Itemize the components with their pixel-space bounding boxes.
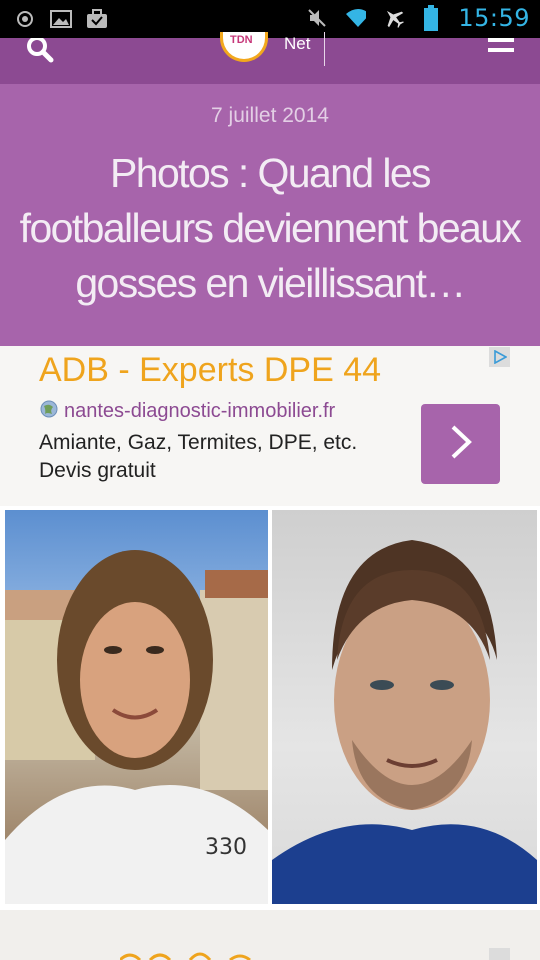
ad-url[interactable]: nantes-diagnostic-immobilier.fr [64, 400, 335, 423]
briefcase-icon [86, 8, 108, 30]
logo-net: Net [284, 34, 311, 53]
next-ad-preview [0, 910, 540, 960]
airplane-icon [382, 7, 405, 29]
wifi-icon [344, 7, 367, 29]
article-title: Photos : Quand les footballeurs devienne… [19, 150, 522, 306]
svg-text:330: 330 [205, 835, 247, 860]
status-bar-left [14, 8, 108, 30]
logo-separator [324, 32, 325, 66]
ad-open-button[interactable] [421, 404, 500, 484]
ad-choices-icon[interactable] [489, 347, 510, 367]
photo-before: 330 [5, 510, 268, 904]
next-ad-title-fragment [120, 946, 280, 960]
app-header: TDN Net [0, 32, 540, 86]
battery-icon [420, 5, 442, 31]
ad-url-row[interactable]: nantes-diagnostic-immobilier.fr [40, 400, 335, 423]
menu-icon[interactable] [488, 38, 514, 58]
image-icon [50, 8, 72, 30]
status-time: 15:59 [458, 4, 530, 32]
article-header: 7 juillet 2014 Photos : Quand les footba… [0, 84, 540, 346]
ad-description: Amiante, Gaz, Termites, DPE, etc. Devis … [39, 431, 358, 482]
logo-text: TDN [230, 34, 253, 46]
article-date: 7 juillet 2014 [211, 104, 329, 127]
search-icon[interactable] [26, 36, 56, 68]
ad-banner[interactable]: ADB - Experts DPE 44 nantes-diagnostic-i… [0, 346, 540, 506]
photo-after [272, 510, 537, 904]
article-image: 330 [0, 506, 540, 910]
status-bar-right: 15:59 [306, 4, 530, 32]
ad-choices-icon[interactable] [489, 948, 510, 960]
chevron-right-icon [448, 424, 474, 465]
ad-title[interactable]: ADB - Experts DPE 44 [39, 351, 381, 390]
globe-icon [40, 400, 58, 423]
circle-icon [14, 8, 36, 30]
mute-icon [306, 7, 328, 29]
site-logo[interactable]: TDN Net [220, 32, 330, 66]
